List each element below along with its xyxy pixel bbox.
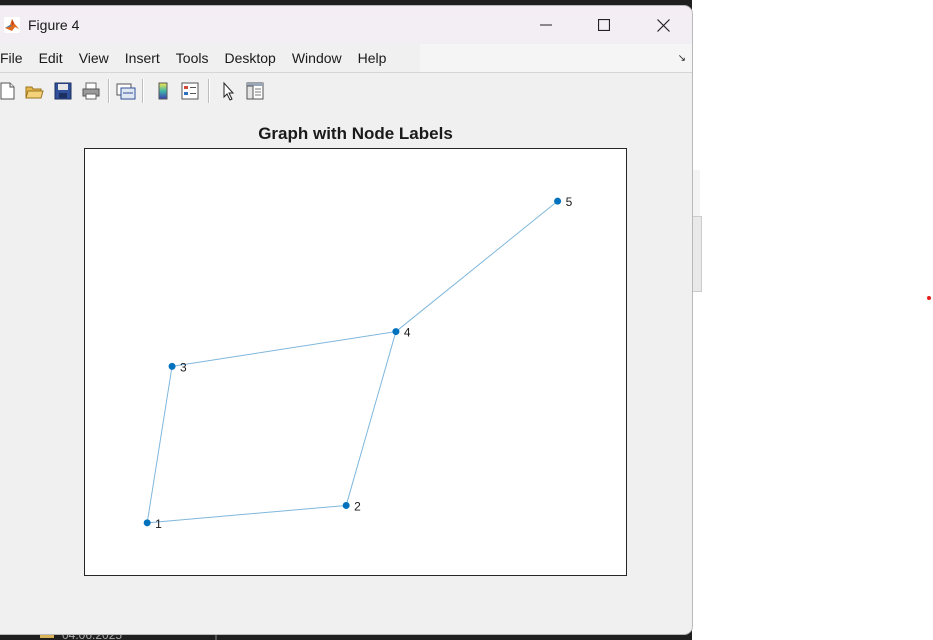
graph-edge (171, 331, 396, 367)
matlab-icon (4, 17, 20, 33)
figure-window: Figure 4 File Edit View Insert Tools Des… (0, 6, 692, 634)
menu-desktop[interactable]: Desktop (216, 44, 283, 72)
colorbar-button[interactable] (151, 79, 175, 103)
legend-icon (181, 82, 199, 100)
graph-node (342, 501, 350, 509)
print-icon (82, 82, 100, 100)
open-file-icon (25, 86, 44, 99)
figure-canvas[interactable]: Graph with Node Labels 1 2 3 4 5 (0, 109, 692, 634)
menu-tools[interactable]: Tools (168, 44, 217, 72)
node-label: 4 (404, 326, 411, 340)
node-label: 3 (180, 360, 187, 374)
plot-axes[interactable]: 1 2 3 4 5 (84, 148, 627, 576)
colorbar-icon (158, 82, 168, 100)
background-panel-box (692, 216, 702, 292)
red-dot (927, 296, 931, 300)
menu-view[interactable]: View (71, 44, 117, 72)
open-file-button[interactable] (22, 79, 46, 103)
menu-bar: File Edit View Insert Tools Desktop Wind… (0, 44, 692, 72)
link-plot-icon (116, 83, 136, 100)
save-icon (54, 82, 72, 100)
graph-edge (146, 366, 173, 523)
minimize-icon (540, 24, 552, 26)
menu-window[interactable]: Window (284, 44, 350, 72)
toolbar-separator (142, 79, 143, 103)
graph-plot: 1 2 3 4 5 (143, 195, 573, 531)
maximize-icon (598, 19, 610, 31)
graph-edge (147, 504, 347, 524)
legend-button[interactable] (178, 79, 202, 103)
property-inspector-icon (246, 82, 264, 100)
menu-list: File Edit View Insert Tools Desktop Wind… (0, 44, 420, 72)
minimize-button[interactable] (517, 6, 575, 44)
figure-toolbar (0, 72, 692, 110)
background-window-edge (692, 0, 700, 640)
window-title: Figure 4 (28, 17, 80, 33)
edit-plot-pointer-icon (223, 81, 235, 101)
toolbar-separator (208, 79, 209, 103)
graph-node (143, 519, 151, 527)
maximize-button[interactable] (575, 6, 633, 44)
graph-edge (395, 200, 558, 332)
dock-figure-icon[interactable]: ↘ (678, 53, 686, 64)
plot-title: Graph with Node Labels (258, 124, 453, 143)
close-button[interactable] (634, 6, 692, 44)
graph-edge (345, 331, 397, 506)
new-figure-icon (0, 82, 15, 100)
graph-node (554, 197, 562, 205)
menu-edit[interactable]: Edit (31, 44, 71, 72)
save-button[interactable] (51, 79, 75, 103)
graph-node (392, 328, 400, 336)
toolbar-separator (108, 79, 109, 103)
background-panel (692, 170, 700, 216)
node-label: 1 (155, 517, 162, 531)
menu-insert[interactable]: Insert (117, 44, 168, 72)
close-icon (656, 18, 670, 32)
menu-help[interactable]: Help (350, 44, 395, 72)
node-label: 5 (566, 195, 573, 209)
graph-node (168, 362, 176, 370)
print-button[interactable] (79, 79, 103, 103)
link-plot-button[interactable] (114, 79, 138, 103)
new-figure-button[interactable] (0, 79, 19, 103)
property-inspector-button[interactable] (243, 79, 267, 103)
edit-plot-button[interactable] (216, 79, 240, 103)
title-bar[interactable]: Figure 4 (0, 6, 692, 44)
node-label: 2 (354, 499, 361, 513)
menu-file[interactable]: File (0, 44, 31, 72)
